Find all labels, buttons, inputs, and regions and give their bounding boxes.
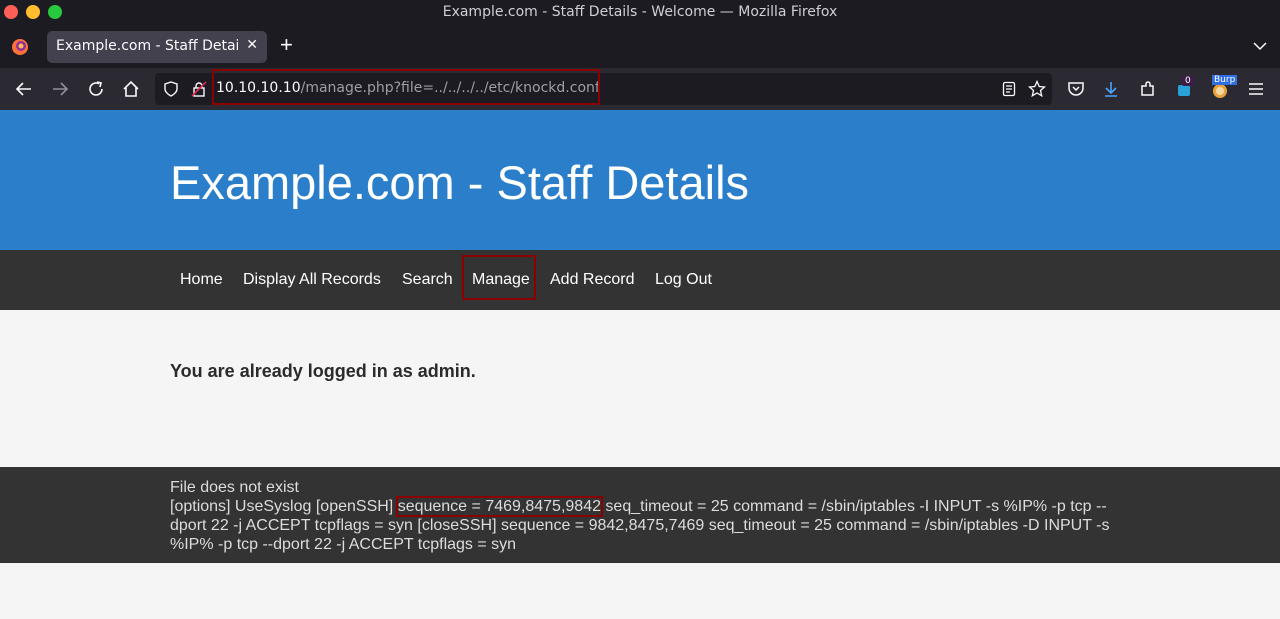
url-bar[interactable]: 10.10.10.10/manage.php?file=../../../../… (155, 69, 1052, 105)
nav-add-record-link[interactable]: Add Record (550, 271, 635, 289)
chevron-down-icon[interactable] (1252, 38, 1268, 54)
file-output-text: File does not exist [options] UseSyslog … (170, 478, 1115, 554)
footer-output: File does not exist [options] UseSyslog … (0, 467, 1280, 563)
open-sequence-highlight: sequence = 7469,8475,9842 (395, 496, 603, 517)
reload-icon[interactable] (86, 79, 106, 99)
home-icon[interactable] (121, 79, 141, 99)
forward-arrow-icon[interactable] (50, 79, 70, 99)
new-tab-button[interactable]: + (280, 33, 293, 57)
back-arrow-icon[interactable] (14, 79, 34, 99)
navigation-toolbar: 10.10.10.10/manage.php?file=../../../../… (0, 68, 1280, 110)
site-header: Example.com - Staff Details (0, 110, 1280, 250)
file-status-line: File does not exist (170, 479, 299, 496)
burp-badge: Burp (1212, 75, 1238, 85)
site-title: Example.com - Staff Details (170, 156, 750, 209)
nav-display-all-records-link[interactable]: Display All Records (243, 271, 381, 289)
insecure-lock-icon[interactable] (191, 81, 207, 97)
tab-close-icon[interactable]: ✕ (246, 37, 258, 53)
tab-active[interactable]: Example.com - Staff Details ✕ (47, 31, 267, 63)
reader-view-icon[interactable] (1001, 81, 1017, 97)
tab-title: Example.com - Staff Details (56, 38, 238, 54)
nav-search-link[interactable]: Search (402, 271, 453, 289)
extension-badge: 0 (1182, 76, 1194, 86)
manage-highlight-box (462, 255, 536, 300)
nav-log-out-link[interactable]: Log Out (655, 271, 712, 289)
bookmark-star-icon[interactable] (1028, 80, 1046, 98)
tab-bar: Example.com - Staff Details ✕ + (0, 26, 1280, 68)
hamburger-menu-icon[interactable] (1246, 79, 1266, 99)
download-icon[interactable] (1101, 79, 1121, 99)
url-highlight-box (212, 69, 600, 105)
login-status-message: You are already logged in as admin. (170, 361, 476, 381)
firefox-icon[interactable] (11, 38, 29, 56)
site-nav: Home Display All Records Search Manage A… (0, 250, 1280, 310)
knockd-config-start: [options] UseSyslog [openSSH] (170, 498, 398, 515)
nav-home-link[interactable]: Home (180, 271, 223, 289)
window-titlebar: Example.com - Staff Details - Welcome — … (0, 0, 1280, 26)
extensions-puzzle-icon[interactable] (1138, 79, 1158, 99)
window-title: Example.com - Staff Details - Welcome — … (442, 4, 838, 20)
shield-icon[interactable] (163, 81, 179, 97)
pocket-icon[interactable] (1066, 79, 1086, 99)
